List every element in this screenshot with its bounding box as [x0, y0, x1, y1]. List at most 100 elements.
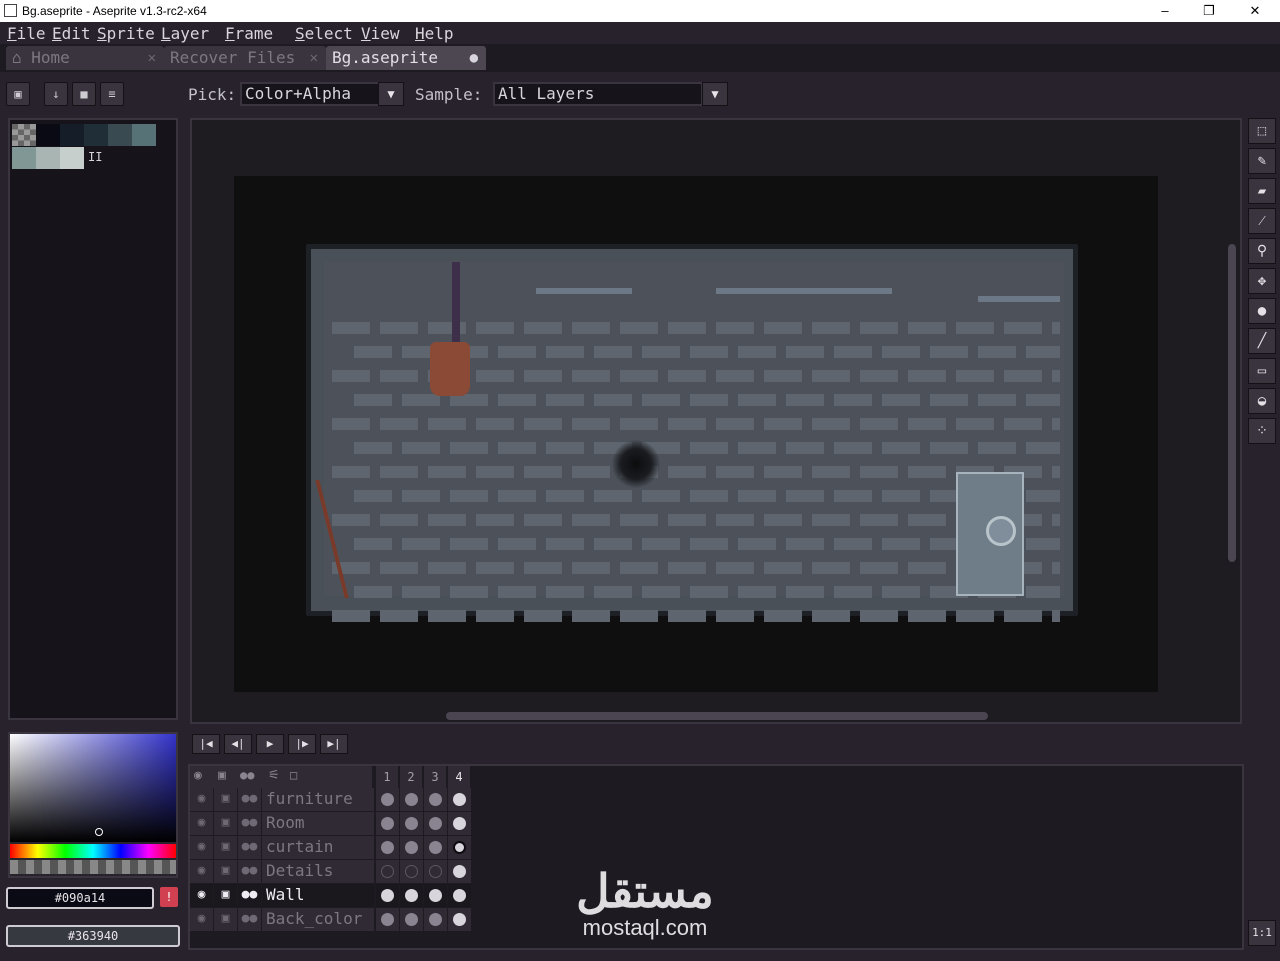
layer-name[interactable]: Wall [262, 884, 374, 907]
cel-cell[interactable] [376, 836, 400, 859]
rectangle-icon[interactable]: ▭ [1248, 358, 1276, 384]
vertical-scrollbar[interactable] [1228, 244, 1236, 562]
layer-row[interactable]: ◉ ▣ ●● Room [190, 812, 472, 836]
cel-cell[interactable] [400, 884, 424, 907]
line-icon[interactable]: ╱ [1248, 328, 1276, 354]
cel-cell[interactable] [448, 860, 472, 883]
layer-row[interactable]: ◉ ▣ ●● Back_color [190, 908, 472, 932]
link-icon[interactable]: ●● [240, 768, 254, 782]
list-icon[interactable]: ≡ [100, 82, 124, 106]
lock-icon[interactable]: ▣ [214, 836, 238, 859]
cel-cell[interactable] [376, 860, 400, 883]
transparent-swatch[interactable] [12, 124, 36, 146]
saturation-value-field[interactable] [10, 734, 176, 842]
link-icon[interactable]: ●● [238, 836, 262, 859]
sample-select[interactable]: All Layers [493, 82, 703, 106]
last-frame-button[interactable]: ▶| [320, 734, 348, 754]
first-frame-button[interactable]: |◀ [192, 734, 220, 754]
layer-row[interactable]: ◉ ▣ ●● furniture [190, 788, 472, 812]
eye-icon[interactable]: ◉ [190, 788, 214, 811]
cel-cell[interactable] [448, 812, 472, 835]
rectangular-marquee-icon[interactable]: ⬚ [1248, 118, 1276, 144]
frame-header-2[interactable]: 2 [400, 766, 422, 788]
cel-cell[interactable] [400, 860, 424, 883]
close-window-button[interactable]: ✕ [1232, 0, 1278, 22]
menu-sprite[interactable]: Sprite [97, 24, 155, 43]
continuous-icon[interactable]: □ [290, 768, 297, 782]
frame-header-3[interactable]: 3 [424, 766, 446, 788]
cel-cell[interactable] [424, 836, 448, 859]
menu-view[interactable]: View [361, 24, 400, 43]
download-icon[interactable]: ↓ [44, 82, 68, 106]
palette-swatch[interactable] [12, 147, 36, 169]
pick-select[interactable]: Color+Alpha [240, 82, 380, 106]
link-icon[interactable]: ●● [238, 884, 262, 907]
lock-icon[interactable]: ▣ [214, 884, 238, 907]
pencil-icon[interactable]: ✎ [1248, 148, 1276, 174]
cel-cell[interactable] [424, 860, 448, 883]
layer-tree-icon[interactable]: ⚟ [268, 768, 280, 783]
menu-file[interactable]: File [7, 24, 46, 43]
lock-icon[interactable]: ▣ [214, 860, 238, 883]
layer-name[interactable]: Back_color [262, 908, 374, 931]
close-icon[interactable]: ✕ [148, 46, 156, 70]
alpha-slider[interactable] [10, 860, 176, 874]
layer-name[interactable]: Room [262, 812, 374, 835]
link-icon[interactable]: ●● [238, 788, 262, 811]
cel-cell[interactable] [448, 884, 472, 907]
link-icon[interactable]: ●● [238, 812, 262, 835]
layer-name[interactable]: Details [262, 860, 374, 883]
eye-icon[interactable]: ◉ [190, 812, 214, 835]
layer-name[interactable]: furniture [262, 788, 374, 811]
tab-bg-aseprite[interactable]: Bg.aseprite ● [326, 46, 486, 70]
menu-layer[interactable]: Layer [161, 24, 209, 43]
blur-icon[interactable]: ◒ [1248, 388, 1276, 414]
lock-icon[interactable]: ▣ [214, 812, 238, 835]
cel-cell[interactable] [424, 812, 448, 835]
frame-header-4[interactable]: 4 [448, 766, 470, 788]
cel-cell[interactable] [376, 788, 400, 811]
eraser-icon[interactable]: ▰ [1248, 178, 1276, 204]
eyedropper-icon[interactable]: ⁄ [1248, 208, 1276, 234]
lock-icon[interactable]: ▣ [218, 768, 226, 783]
previous-frame-button[interactable]: ◀| [224, 734, 252, 754]
next-frame-button[interactable]: |▶ [288, 734, 316, 754]
spray-icon[interactable]: ⁘ [1248, 418, 1276, 444]
play-button[interactable]: ▶ [256, 734, 284, 754]
paint-bucket-icon[interactable]: ● [1248, 298, 1276, 324]
chevron-down-icon[interactable]: ▼ [378, 82, 404, 106]
hue-slider[interactable] [10, 844, 176, 858]
layer-name[interactable]: curtain [262, 836, 374, 859]
cel-cell[interactable] [376, 884, 400, 907]
frame-header-1[interactable]: 1 [376, 766, 398, 788]
eye-icon[interactable]: ◉ [190, 908, 214, 931]
menu-edit[interactable]: Edit [52, 24, 91, 43]
palette-swatch[interactable] [84, 124, 108, 146]
modified-dot-icon[interactable]: ● [470, 46, 478, 70]
palette-swatch[interactable] [36, 124, 60, 146]
menu-frame[interactable]: Frame [225, 24, 273, 43]
zoom-reset-button[interactable]: 1:1 [1248, 920, 1276, 946]
maximize-button[interactable]: ❐ [1186, 0, 1232, 22]
cel-cell[interactable] [400, 836, 424, 859]
cel-cell[interactable] [448, 788, 472, 811]
cel-cell[interactable] [376, 908, 400, 931]
background-color-field[interactable]: #363940 [6, 925, 180, 947]
eye-icon[interactable]: ◉ [190, 884, 214, 907]
cel-cell[interactable] [424, 884, 448, 907]
cel-cell[interactable] [400, 812, 424, 835]
eye-icon[interactable]: ◉ [194, 768, 202, 783]
sv-cursor[interactable] [95, 828, 103, 836]
palette-swatch[interactable] [132, 124, 156, 146]
palette-swatch[interactable] [36, 147, 60, 169]
tab-recover-files[interactable]: Recover Files ✕ [164, 46, 326, 70]
horizontal-scrollbar[interactable] [446, 712, 988, 720]
eye-icon[interactable]: ◉ [190, 860, 214, 883]
palette-swatch[interactable] [108, 124, 132, 146]
save-icon[interactable]: ■ [72, 82, 96, 106]
close-icon[interactable]: ✕ [310, 46, 318, 70]
palette-swatch[interactable] [60, 147, 84, 169]
layer-row[interactable]: ◉ ▣ ●● Wall [190, 884, 472, 908]
cel-cell[interactable] [424, 788, 448, 811]
warning-icon[interactable]: ! [160, 887, 178, 907]
